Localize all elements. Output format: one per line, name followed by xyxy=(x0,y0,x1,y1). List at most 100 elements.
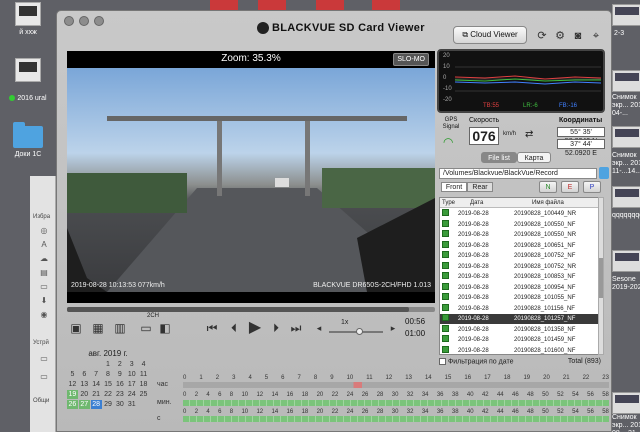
table-row[interactable]: 2019-08-28 20190828_100550_NR xyxy=(440,230,598,240)
front-camera-button[interactable]: Front xyxy=(441,182,467,192)
calendar-day[interactable]: 1 xyxy=(103,360,114,369)
folder-browse-icon[interactable] xyxy=(599,167,609,179)
slomo-button[interactable]: SLO-MO xyxy=(393,53,429,66)
table-row[interactable]: 2019-08-28 20190828_100752_NF xyxy=(440,251,598,261)
calendar-day[interactable]: 14 xyxy=(91,380,102,389)
documents-icon[interactable]: ▤ xyxy=(39,268,49,277)
table-row[interactable]: 2019-08-28 20190828_100651_NF xyxy=(440,240,598,251)
desktop-file-icon[interactable] xyxy=(612,392,640,414)
event-filter-button[interactable]: E xyxy=(561,181,579,193)
calendar-day[interactable]: 8 xyxy=(103,370,114,379)
calendar-day[interactable]: 26 xyxy=(67,400,78,409)
desktop-icon[interactable]: ▭ xyxy=(39,282,49,291)
volume-icon[interactable]: ◂ xyxy=(313,321,325,335)
desktop-file-icon[interactable]: 2016 ural xyxy=(2,94,54,103)
export-icon[interactable]: ▥ xyxy=(113,321,127,335)
calendar-day[interactable]: 28 xyxy=(90,400,102,409)
calendar-day[interactable]: 4 xyxy=(138,360,149,369)
calendar-day[interactable]: 15 xyxy=(103,380,114,389)
calendar-day[interactable]: 10 xyxy=(126,370,137,379)
table-row[interactable]: 2019-08-28 20190828_101600_NF xyxy=(440,345,598,355)
calendar-day[interactable]: 19 xyxy=(67,390,78,399)
table-row[interactable]: 2019-08-28 20190828_100449_NR xyxy=(440,209,598,219)
table-row[interactable]: 2019-08-28 20190828_100954_NF xyxy=(440,282,598,293)
calendar-day[interactable]: 22 xyxy=(103,390,114,399)
calendar-day[interactable]: 27 xyxy=(78,400,90,409)
icloud-icon[interactable]: ☁ xyxy=(39,254,49,263)
calendar-day[interactable]: 13 xyxy=(79,380,90,389)
calendar-day[interactable]: 6 xyxy=(79,370,90,379)
scrollbar-thumb[interactable] xyxy=(599,258,603,298)
fullscreen-icon[interactable]: ▣ xyxy=(69,321,83,335)
desktop-folder-icon[interactable]: Доки 1С xyxy=(2,122,54,159)
table-row[interactable]: 2019-08-28 20190828_101156_NF xyxy=(440,303,598,314)
calendar-day[interactable]: 25 xyxy=(138,390,149,399)
disk-icon[interactable]: ▭ xyxy=(39,354,49,363)
step-back-icon[interactable]: ⏴ xyxy=(227,321,241,335)
refresh-icon[interactable]: ⟳ xyxy=(535,30,549,43)
timeline-second-bar[interactable] xyxy=(183,416,609,422)
applications-icon[interactable]: A xyxy=(39,240,49,249)
front-channel-icon[interactable]: ▭ xyxy=(137,321,155,335)
play-icon[interactable]: ▶ xyxy=(245,320,265,336)
calendar-day[interactable]: 7 xyxy=(91,370,102,379)
table-row[interactable]: 2019-08-28 20190828_100752_NR xyxy=(440,261,598,272)
calendar-day[interactable]: 24 xyxy=(126,390,137,399)
close-window-button[interactable] xyxy=(64,16,74,26)
calendar-day[interactable]: 31 xyxy=(126,400,137,409)
file-list-scrollbar[interactable] xyxy=(598,197,604,355)
calendar-day[interactable]: 20 xyxy=(79,390,90,399)
calendar-day[interactable]: 18 xyxy=(138,380,149,389)
calendar-day[interactable]: 17 xyxy=(126,380,137,389)
disk-icon[interactable]: ▭ xyxy=(39,372,49,381)
volume-slider[interactable] xyxy=(329,328,383,335)
seek-bar[interactable] xyxy=(67,307,435,312)
calendar-day[interactable]: 11 xyxy=(138,370,149,379)
cloud-viewer-button[interactable]: ⧉ Cloud Viewer xyxy=(453,26,527,44)
calendar-day[interactable]: 5 xyxy=(67,370,78,379)
column-date[interactable]: Дата xyxy=(470,198,483,208)
desktop-file-icon[interactable] xyxy=(612,70,640,92)
normal-filter-button[interactable]: N xyxy=(539,181,557,193)
skip-back-icon[interactable]: ⏮ xyxy=(203,321,221,335)
calendar-day[interactable]: 29 xyxy=(103,400,114,409)
desktop-file-icon[interactable] xyxy=(2,58,54,84)
photos-icon[interactable]: ◉ xyxy=(39,310,49,319)
gps-export-icon[interactable]: ⌖ xyxy=(589,30,603,43)
zoom-window-button[interactable] xyxy=(94,16,104,26)
column-type[interactable]: Type xyxy=(442,198,455,208)
date-filter-checkbox[interactable] xyxy=(439,358,446,365)
speed-level[interactable]: 1x xyxy=(341,319,348,326)
downloads-icon[interactable]: ⬇ xyxy=(39,296,49,305)
desktop-file-icon[interactable] xyxy=(612,250,640,272)
table-row[interactable]: 2019-08-28 20190828_101055_NF xyxy=(440,293,598,303)
parking-filter-button[interactable]: P xyxy=(583,181,601,193)
tab-map[interactable]: Карта xyxy=(517,152,551,163)
calendar-day[interactable]: 16 xyxy=(114,380,125,389)
calendar-day[interactable]: 3 xyxy=(126,360,137,369)
table-row[interactable]: 2019-08-28 20190828_101257_NF xyxy=(440,314,598,324)
calendar-day[interactable]: 12 xyxy=(67,380,78,389)
tab-file-list[interactable]: File list xyxy=(481,152,517,163)
airdrop-icon[interactable]: ◎ xyxy=(39,226,49,235)
volume-knob[interactable] xyxy=(355,328,363,335)
table-row[interactable]: 2019-08-28 20190828_101358_NF xyxy=(440,324,598,335)
pip-icon[interactable]: ◧ xyxy=(157,321,173,335)
desktop-file-icon[interactable] xyxy=(612,4,640,26)
table-row[interactable]: 2019-08-28 20190828_101459_NF xyxy=(440,335,598,345)
date-filter[interactable]: Фильтрация по дате xyxy=(439,358,514,365)
calendar-day[interactable]: 9 xyxy=(114,370,125,379)
calendar-day[interactable]: 23 xyxy=(114,390,125,399)
timeline-minute-bar[interactable] xyxy=(183,400,609,406)
rear-camera-button[interactable]: Rear xyxy=(467,182,493,192)
snapshot-icon[interactable]: ◙ xyxy=(571,30,585,43)
path-field[interactable]: /Volumes/Blackvue/BlackVue/Record xyxy=(439,168,597,179)
privacy-icon[interactable]: ▦ xyxy=(91,321,105,335)
calendar-day[interactable]: 30 xyxy=(114,400,125,409)
calendar-day[interactable]: 21 xyxy=(91,390,102,399)
timeline-hour-bar[interactable] xyxy=(183,382,609,388)
settings-icon[interactable]: ⚙ xyxy=(553,30,567,43)
calendar-day[interactable]: 2 xyxy=(114,360,125,369)
minimize-window-button[interactable] xyxy=(79,16,89,26)
table-row[interactable]: 2019-08-28 20190828_100550_NF xyxy=(440,219,598,230)
